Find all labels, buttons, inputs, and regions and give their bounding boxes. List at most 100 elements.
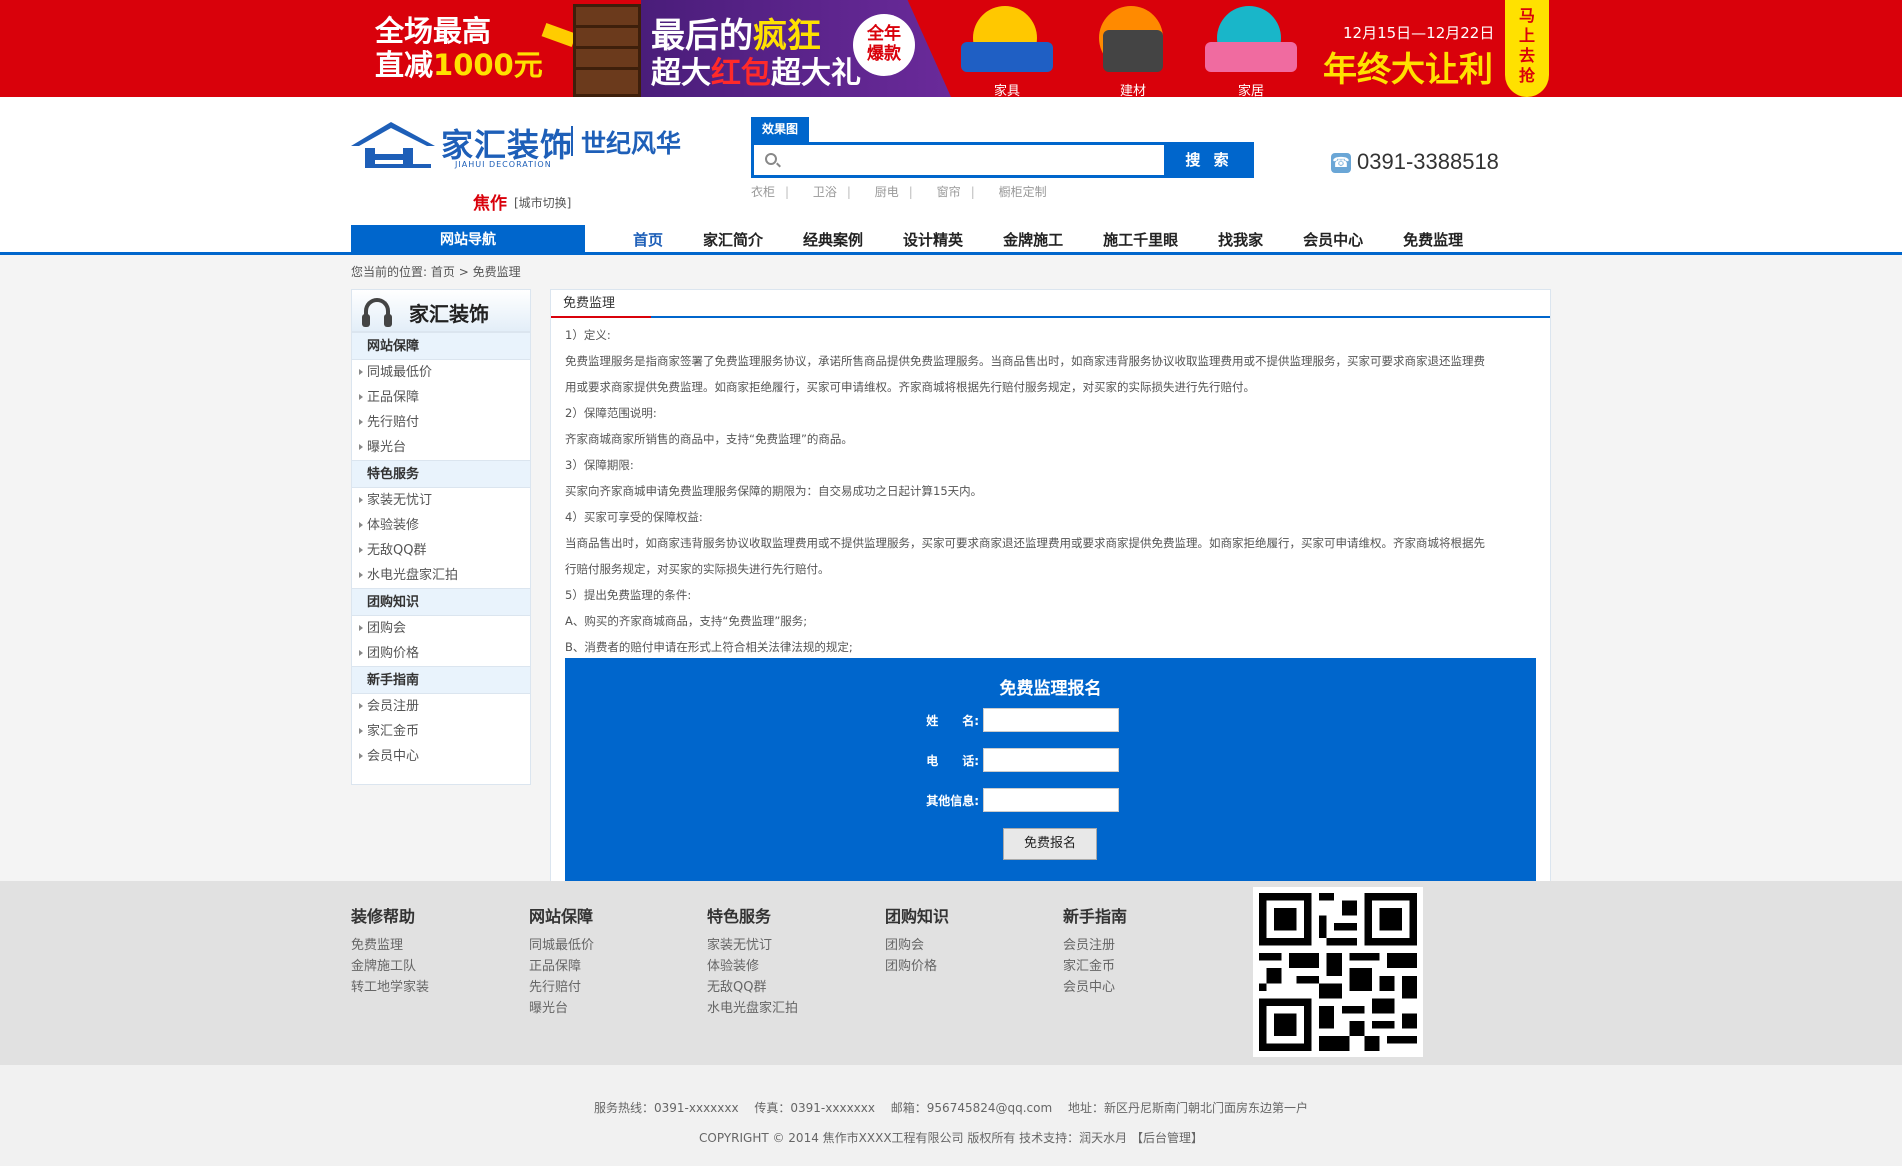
footer-link[interactable]: 会员注册 [1063, 935, 1223, 956]
article-title: 免费监理 [551, 290, 1550, 318]
hot-word[interactable]: 橱柜定制 [999, 185, 1047, 199]
breadcrumb-current: 免费监理 [472, 265, 521, 279]
sidebar-item[interactable]: 会员注册 [352, 694, 530, 719]
search-box [751, 142, 1169, 178]
nav-construction[interactable]: 金牌施工 [1003, 225, 1063, 255]
footer-link[interactable]: 免费监理 [351, 935, 511, 956]
footer-contact: 服务热线：0391-xxxxxxx 传真：0391-xxxxxxx 邮箱：956… [594, 1101, 1308, 1115]
hotline-phone: 0391-3388518 [1357, 149, 1499, 174]
logo-en: JIAHUI DECORATION [455, 160, 552, 169]
footer-link[interactable]: 家汇金币 [1063, 956, 1223, 977]
footer-link[interactable]: 家装无忧订 [707, 935, 867, 956]
sidebar-section: 团购知识 [352, 588, 530, 616]
search-tab-renderings[interactable]: 效果图 [751, 117, 809, 142]
footer-link[interactable]: 转工地学家装 [351, 977, 511, 998]
article-body: 1）定义: 免费监理服务是指商家签署了免费监理服务协议，承诺所售商品提供免费监理… [551, 318, 1550, 660]
footer-col: 装修帮助 免费监理 金牌施工队 转工地学家装 [351, 903, 511, 998]
banner-date: 12月15日—12月22日 [1343, 24, 1495, 42]
footer-copyright: COPYRIGHT © 2014 焦作市XXXX工程有限公司 版权所有 技术支持… [699, 1131, 1203, 1145]
banner-product-building[interactable]: 建材 [1083, 6, 1183, 97]
footer-link[interactable]: 体验装修 [707, 956, 867, 977]
sidebar-item[interactable]: 家汇金币 [352, 719, 530, 744]
sidebar-item[interactable]: 体验装修 [352, 513, 530, 538]
phone-field[interactable] [983, 748, 1119, 772]
sidebar-item[interactable]: 曝光台 [352, 435, 530, 460]
footer-link[interactable]: 先行赔付 [529, 977, 689, 998]
footer-links: 装修帮助 免费监理 金牌施工队 转工地学家装 网站保障 同城最低价 正品保障 先… [0, 881, 1902, 1065]
sidebar-item[interactable]: 水电光盘家汇拍 [352, 563, 530, 588]
sidebar-item[interactable]: 正品保障 [352, 385, 530, 410]
headset-icon [362, 298, 392, 327]
qr-code-icon [1253, 887, 1423, 1057]
banner-slogan: 年终大让利 [1323, 50, 1493, 90]
site-nav-label[interactable]: 网站导航 [351, 225, 585, 255]
sidebar-section: 特色服务 [352, 460, 530, 488]
banner-product-home[interactable]: 家居 [1201, 6, 1301, 97]
phone-icon: ☎ [1331, 153, 1351, 173]
sidebar-item[interactable]: 无敌QQ群 [352, 538, 530, 563]
main-area: 家汇装饰 网站保障 同城最低价 正品保障 先行赔付 曝光台 特色服务 家装无忧订… [351, 289, 1551, 925]
banner-discount: 全场最高 直减1000元 [375, 14, 543, 82]
logo-sub: 世纪风华 [581, 129, 682, 158]
search-input[interactable] [784, 145, 1124, 175]
site-header: 家汇装饰 世纪风华 JIAHUI DECORATION 焦作 [城市切换] 效果… [0, 97, 1902, 255]
nav-home[interactable]: 首页 [633, 225, 663, 255]
bookshelf-image [573, 4, 641, 97]
footer-col: 网站保障 同城最低价 正品保障 先行赔付 曝光台 [529, 903, 689, 1019]
article-panel: 免费监理 1）定义: 免费监理服务是指商家签署了免费监理服务协议，承诺所售商品提… [550, 289, 1551, 883]
hot-word[interactable]: 窗帘 [937, 185, 961, 199]
sidebar-item[interactable]: 家装无忧订 [352, 488, 530, 513]
footer-col: 团购知识 团购会 团购价格 [885, 903, 1045, 977]
hot-word[interactable]: 厨电 [875, 185, 899, 199]
site-logo[interactable]: 家汇装饰 世纪风华 JIAHUI DECORATION [351, 120, 681, 170]
footer-link[interactable]: 曝光台 [529, 998, 689, 1019]
banner-product-furniture[interactable]: 家具 [957, 6, 1057, 97]
nav-find-home[interactable]: 找我家 [1218, 225, 1263, 255]
promo-banner[interactable]: 全场最高 直减1000元 最后的疯狂 超大红包超大礼 全年 爆款 家具 建材 家居… [0, 0, 1902, 97]
footer-link[interactable]: 金牌施工队 [351, 956, 511, 977]
form-row-other: 其他信息: [915, 788, 1215, 814]
name-field[interactable] [983, 708, 1119, 732]
sidebar-item[interactable]: 团购会 [352, 616, 530, 641]
sidebar-section: 新手指南 [352, 666, 530, 694]
site-footer: 服务热线：0391-xxxxxxx 传真：0391-xxxxxxx 邮箱：956… [0, 1065, 1902, 1166]
nav-cases[interactable]: 经典案例 [803, 225, 863, 255]
footer-link[interactable]: 会员中心 [1063, 977, 1223, 998]
main-nav: 首页 家汇简介 经典案例 设计精英 金牌施工 施工千里眼 找我家 会员中心 免费… [633, 225, 1503, 255]
footer-col: 特色服务 家装无忧订 体验装修 无敌QQ群 水电光盘家汇拍 [707, 903, 867, 1019]
hot-word[interactable]: 卫浴 [813, 185, 837, 199]
nav-free-supervision[interactable]: 免费监理 [1403, 225, 1463, 255]
search-button[interactable]: 搜 索 [1164, 142, 1254, 178]
banner-cta[interactable]: 马上去抢 [1505, 0, 1549, 97]
sidebar-item[interactable]: 会员中心 [352, 744, 530, 769]
footer-link[interactable]: 正品保障 [529, 956, 689, 977]
footer-link[interactable]: 团购价格 [885, 956, 1045, 977]
sidebar-item[interactable]: 团购价格 [352, 641, 530, 666]
nav-site-camera[interactable]: 施工千里眼 [1103, 225, 1178, 255]
hot-words: 衣柜 | 卫浴 | 厨电 | 窗帘 | 橱柜定制 [751, 185, 1047, 199]
footer-link[interactable]: 团购会 [885, 935, 1045, 956]
current-city: 焦作 [473, 194, 507, 214]
footer-link[interactable]: 水电光盘家汇拍 [707, 998, 867, 1019]
house-logo-icon [351, 122, 435, 168]
banner-cta-text: 马上去抢 [1519, 6, 1536, 85]
article-paragraph: 免费监理服务是指商家签署了免费监理服务协议，承诺所售商品提供免费监理服务。当商品… [565, 354, 1485, 368]
city-switch-link[interactable]: [城市切换] [514, 194, 571, 211]
sidebar-item[interactable]: 先行赔付 [352, 410, 530, 435]
footer-link[interactable]: 同城最低价 [529, 935, 689, 956]
other-info-field[interactable] [983, 788, 1119, 812]
signup-form: 免费监理报名 姓 名: 电 话: 其他信息: 免费报名 [565, 658, 1536, 882]
nav-designers[interactable]: 设计精英 [903, 225, 963, 255]
signup-submit-button[interactable]: 免费报名 [1003, 828, 1097, 860]
nav-member[interactable]: 会员中心 [1303, 225, 1363, 255]
banner-subline: 超大红包超大礼 [651, 56, 861, 91]
footer-link[interactable]: 无敌QQ群 [707, 977, 867, 998]
breadcrumb-home[interactable]: 首页 [431, 265, 455, 279]
sidebar-item[interactable]: 同城最低价 [352, 360, 530, 385]
hot-word[interactable]: 衣柜 [751, 185, 775, 199]
sidebar-section: 网站保障 [352, 332, 530, 360]
nav-about[interactable]: 家汇简介 [703, 225, 763, 255]
article-paragraph: 齐家商城商家所销售的商品中，支持“免费监理”的商品。 [565, 432, 853, 446]
article-paragraph: B、消费者的赔付申请在形式上符合相关法律法规的规定; [565, 640, 853, 654]
article-paragraph: A、购买的齐家商城商品，支持“免费监理”服务; [565, 614, 808, 628]
